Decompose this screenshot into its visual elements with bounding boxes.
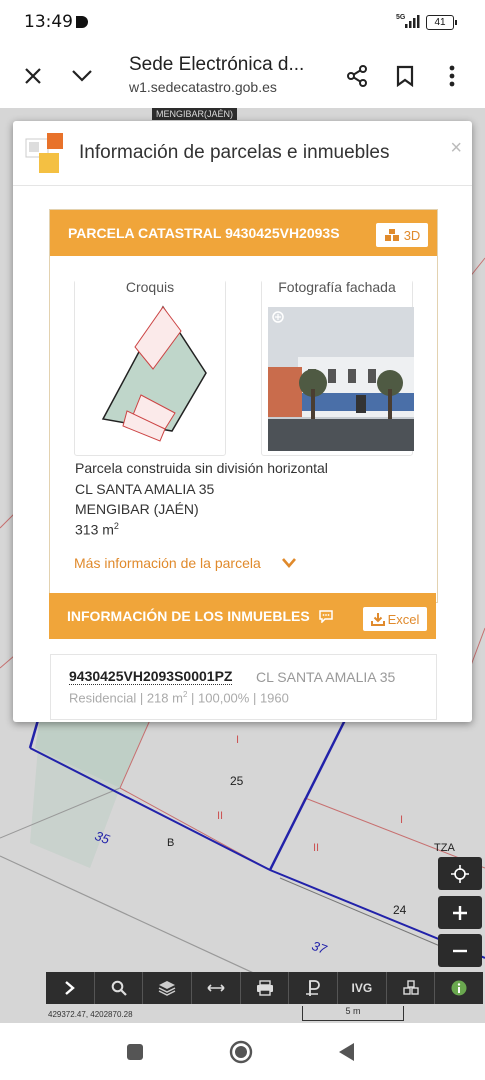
ivg-button[interactable]: IVG	[338, 972, 387, 1004]
zoom-in-button[interactable]	[438, 896, 482, 929]
plus-icon	[453, 905, 467, 920]
layers-button[interactable]	[143, 972, 193, 1004]
parcel-address: CL SANTA AMALIA 35	[75, 481, 215, 497]
3d-button[interactable]: 3D	[376, 223, 428, 247]
municipality-label: MENGIBAR(JAÉN)	[152, 108, 238, 120]
map-coordinates: 429372.47, 4202870.28	[48, 1010, 133, 1019]
parcel-info-modal: Información de parcelas e inmuebles × PA…	[13, 121, 472, 722]
parcel-area-unit-sup: 2	[113, 521, 119, 531]
search-button[interactable]	[95, 972, 144, 1004]
excel-button-label: Excel	[387, 611, 420, 627]
comment-icon[interactable]	[318, 609, 334, 624]
expand-toolbar-button[interactable]	[46, 972, 95, 1004]
status-time: 13:49	[24, 12, 73, 32]
crosshair-icon	[451, 864, 469, 883]
map-label: II	[217, 810, 224, 822]
page-title[interactable]: Sede Electrónica d...	[129, 54, 304, 76]
property-reference-link[interactable]: 9430425VH2093S0001PZ	[69, 668, 233, 685]
home-icon[interactable]	[229, 1040, 253, 1064]
signal-icon	[405, 15, 420, 28]
cubes-icon	[402, 980, 419, 995]
property-share: 100,00%	[198, 690, 250, 706]
parcel-area: 313 m2	[75, 521, 119, 538]
parcel-header-title: PARCELA CATASTRAL 9430425VH2093S	[68, 225, 340, 241]
excel-export-button[interactable]: Excel	[363, 607, 427, 631]
zoom-out-button[interactable]	[438, 934, 482, 967]
map-label: I	[236, 734, 240, 746]
sketch-thumbnail[interactable]: Croquis	[74, 279, 226, 456]
facade-photo-label: Fotografía fachada	[262, 279, 412, 295]
page-url[interactable]: w1.sedecatastro.gob.es	[129, 79, 277, 95]
more-options-icon[interactable]	[436, 60, 468, 92]
modal-title: Información de parcelas e inmuebles	[79, 142, 390, 163]
close-icon[interactable]: ×	[450, 137, 462, 160]
chevron-down-icon[interactable]	[66, 60, 98, 92]
layers-icon	[158, 981, 176, 996]
property-row[interactable]: 9430425VH2093S0001PZ CL SANTA AMALIA 35 …	[50, 654, 437, 720]
parcel-sketch	[101, 305, 207, 442]
info-icon	[451, 980, 467, 996]
parcel-area-value: 313 m	[75, 521, 114, 538]
property-year: 1960	[259, 690, 289, 706]
properties-header: INFORMACIÓN DE LOS INMUEBLES Excel	[49, 593, 436, 639]
map-label: 24	[393, 903, 407, 917]
measure-button[interactable]	[192, 972, 241, 1004]
property-area-sup: 2	[182, 690, 188, 699]
printer-icon	[256, 980, 273, 996]
properties-header-title: INFORMACIÓN DE LOS INMUEBLES	[67, 608, 334, 624]
modal-header: Información de parcelas e inmuebles ×	[13, 121, 472, 186]
scale-bar: 5 m	[302, 1006, 404, 1021]
locate-button[interactable]	[438, 857, 482, 890]
pin-reference-icon	[306, 980, 321, 996]
bookmark-icon[interactable]	[389, 60, 421, 92]
map-toolbar: IVG	[46, 972, 483, 1004]
close-tab-icon[interactable]	[17, 60, 49, 92]
map-label: I	[400, 814, 404, 826]
battery-icon: 41	[426, 15, 457, 30]
facade-photo-thumbnail[interactable]: Fotografía fachada	[261, 279, 414, 456]
back-icon[interactable]	[337, 1042, 355, 1062]
measure-icon	[207, 984, 225, 992]
property-area: 218 m	[146, 690, 183, 706]
property-use: Residencial	[69, 690, 137, 706]
map-label: II	[313, 842, 320, 854]
recent-apps-icon[interactable]	[126, 1043, 144, 1061]
parcel-header: PARCELA CATASTRAL 9430425VH2093S 3D	[50, 210, 437, 256]
system-nav-bar	[0, 1023, 485, 1080]
reference-button[interactable]	[289, 972, 339, 1004]
minus-icon	[453, 949, 467, 952]
parcel-description: Parcela construida sin división horizont…	[75, 460, 328, 476]
3d-view-button[interactable]	[387, 972, 436, 1004]
search-icon	[111, 980, 127, 996]
map-label: B	[167, 837, 175, 849]
parcel-panel: PARCELA CATASTRAL 9430425VH2093S 3D Croq…	[49, 209, 438, 603]
cubes-icon	[384, 229, 399, 241]
3d-button-label: 3D	[403, 227, 421, 243]
screen-record-icon	[76, 16, 88, 28]
chevron-right-icon	[65, 981, 75, 995]
properties-header-label: INFORMACIÓN DE LOS INMUEBLES	[67, 608, 310, 624]
status-bar: 13:49 5G 41	[0, 0, 485, 44]
share-icon[interactable]	[341, 60, 373, 92]
property-address: CL SANTA AMALIA 35	[256, 669, 396, 685]
catastro-logo-icon	[25, 133, 63, 173]
chevron-down-icon[interactable]	[281, 557, 297, 569]
parcel-city: MENGIBAR (JAÉN)	[75, 501, 199, 517]
download-icon	[370, 613, 385, 626]
browser-toolbar: Sede Electrónica d... w1.sedecatastro.go…	[0, 44, 485, 108]
facade-photo	[268, 307, 414, 451]
map-label: TZA	[434, 842, 455, 854]
info-button[interactable]	[435, 972, 483, 1004]
property-details: Residencial | 218 m2 | 100,00% | 1960	[69, 690, 289, 706]
properties-panel: INFORMACIÓN DE LOS INMUEBLES Excel	[49, 593, 436, 639]
map-label: 25	[230, 774, 244, 788]
print-button[interactable]	[241, 972, 290, 1004]
more-parcel-info-link[interactable]: Más información de la parcela	[74, 555, 261, 571]
